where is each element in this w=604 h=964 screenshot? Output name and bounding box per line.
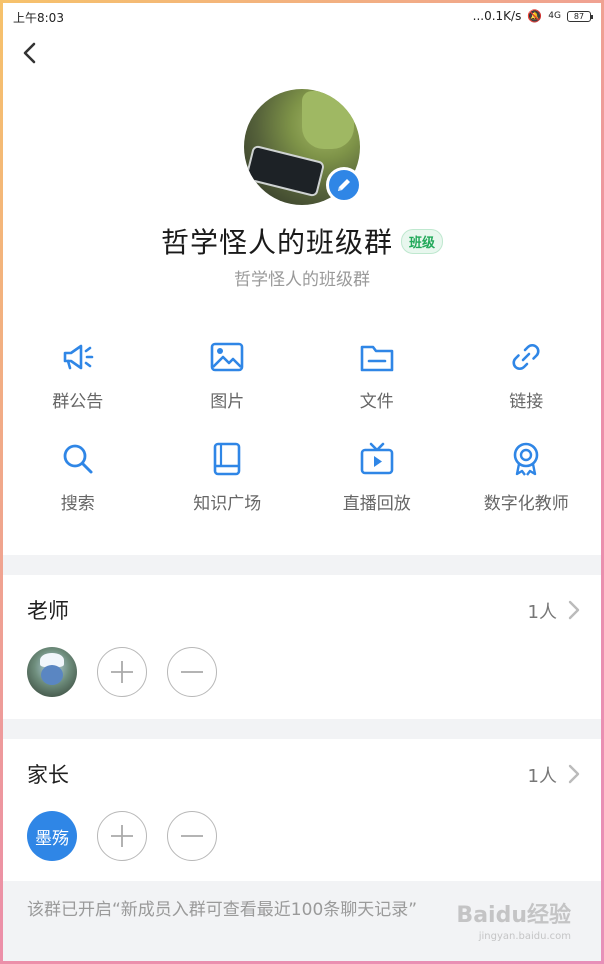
- parents-section: 家长 1人 墨殇: [3, 739, 601, 881]
- screen: 上午8:03 ...0.1K/s 🔕 4G 87 哲学怪人的班级群 班级 哲学怪…: [3, 3, 601, 961]
- watermark: Baidu经验: [456, 903, 571, 928]
- class-tag-badge: 班级: [401, 228, 444, 254]
- teachers-members: [27, 647, 217, 697]
- feature-label: 链接: [509, 392, 544, 412]
- remove-parent-button[interactable]: [167, 811, 217, 861]
- feature-label: 知识广场: [193, 494, 262, 514]
- feature-label: 数字化教师: [483, 494, 569, 514]
- tv-play-icon: [360, 442, 394, 475]
- feature-row: 群公告 图片 文件 链接: [3, 339, 601, 441]
- chevron-left-icon: [23, 42, 36, 64]
- feature-search[interactable]: 搜索: [3, 441, 153, 543]
- section-divider: [3, 719, 601, 739]
- feature-label: 直播回放: [342, 494, 411, 514]
- link-icon: [512, 344, 540, 370]
- watermark-url: jingyan.baidu.com: [478, 931, 571, 942]
- status-time: 上午8:03: [13, 11, 64, 25]
- parents-count[interactable]: 1人: [528, 762, 557, 788]
- group-title: 哲学怪人的班级群: [160, 226, 393, 259]
- group-avatar-container: [244, 89, 362, 205]
- teachers-title: 老师: [27, 599, 69, 623]
- teachers-count[interactable]: 1人: [528, 598, 557, 624]
- feature-digital-teacher[interactable]: 数字化教师: [452, 441, 602, 543]
- add-teacher-button[interactable]: [97, 647, 147, 697]
- avatar-cup: [302, 91, 354, 149]
- teachers-section: 老师 1人: [3, 575, 601, 719]
- feature-grid: 群公告 图片 文件 链接 搜索 知识广场 直播回放 数字化教师: [3, 339, 601, 543]
- pencil-icon: [338, 179, 350, 191]
- image-icon: [210, 342, 244, 372]
- signal-label: 4G: [548, 11, 561, 21]
- feature-row: 搜索 知识广场 直播回放 数字化教师: [3, 441, 601, 543]
- feature-label: 图片: [210, 392, 245, 412]
- network-speed: ...0.1K/s: [472, 9, 522, 23]
- folder-icon: [360, 345, 394, 372]
- feature-label: 群公告: [52, 392, 104, 412]
- avatar-phone: [244, 144, 326, 198]
- status-bar: 上午8:03 ...0.1K/s 🔕 4G 87: [3, 3, 601, 31]
- battery-icon: 87: [567, 10, 593, 22]
- minus-icon: [181, 835, 203, 837]
- award-icon: [513, 442, 539, 476]
- feature-links[interactable]: 链接: [452, 339, 602, 441]
- remove-teacher-button[interactable]: [167, 647, 217, 697]
- feature-label: 搜索: [60, 494, 95, 514]
- group-subtitle: 哲学怪人的班级群: [234, 270, 370, 290]
- parent-avatar[interactable]: 墨殇: [27, 811, 77, 861]
- mute-icon: 🔕: [527, 9, 543, 23]
- feature-knowledge-square[interactable]: 知识广场: [153, 441, 303, 543]
- chevron-right-icon[interactable]: [567, 599, 581, 621]
- feature-files[interactable]: 文件: [302, 339, 452, 441]
- feature-label: 文件: [359, 392, 394, 412]
- back-button[interactable]: [17, 39, 45, 67]
- feature-images[interactable]: 图片: [153, 339, 303, 441]
- parents-title: 家长: [27, 763, 69, 787]
- avatar-face: [41, 665, 63, 685]
- status-right: ...0.1K/s 🔕 4G 87: [472, 9, 593, 23]
- plus-icon: [111, 825, 133, 847]
- group-title-row: 哲学怪人的班级群 班级: [3, 221, 601, 261]
- search-icon: [63, 444, 93, 474]
- parents-members: 墨殇: [27, 811, 217, 861]
- plus-icon: [111, 661, 133, 683]
- edit-avatar-button[interactable]: [326, 167, 362, 203]
- chevron-right-icon[interactable]: [567, 763, 581, 785]
- teacher-avatar[interactable]: [27, 647, 77, 697]
- book-icon: [213, 442, 241, 476]
- megaphone-icon: [63, 344, 94, 370]
- section-divider: [3, 555, 601, 575]
- minus-icon: [181, 671, 203, 673]
- feature-live-replay[interactable]: 直播回放: [302, 441, 452, 543]
- feature-announcement[interactable]: 群公告: [3, 339, 153, 441]
- add-parent-button[interactable]: [97, 811, 147, 861]
